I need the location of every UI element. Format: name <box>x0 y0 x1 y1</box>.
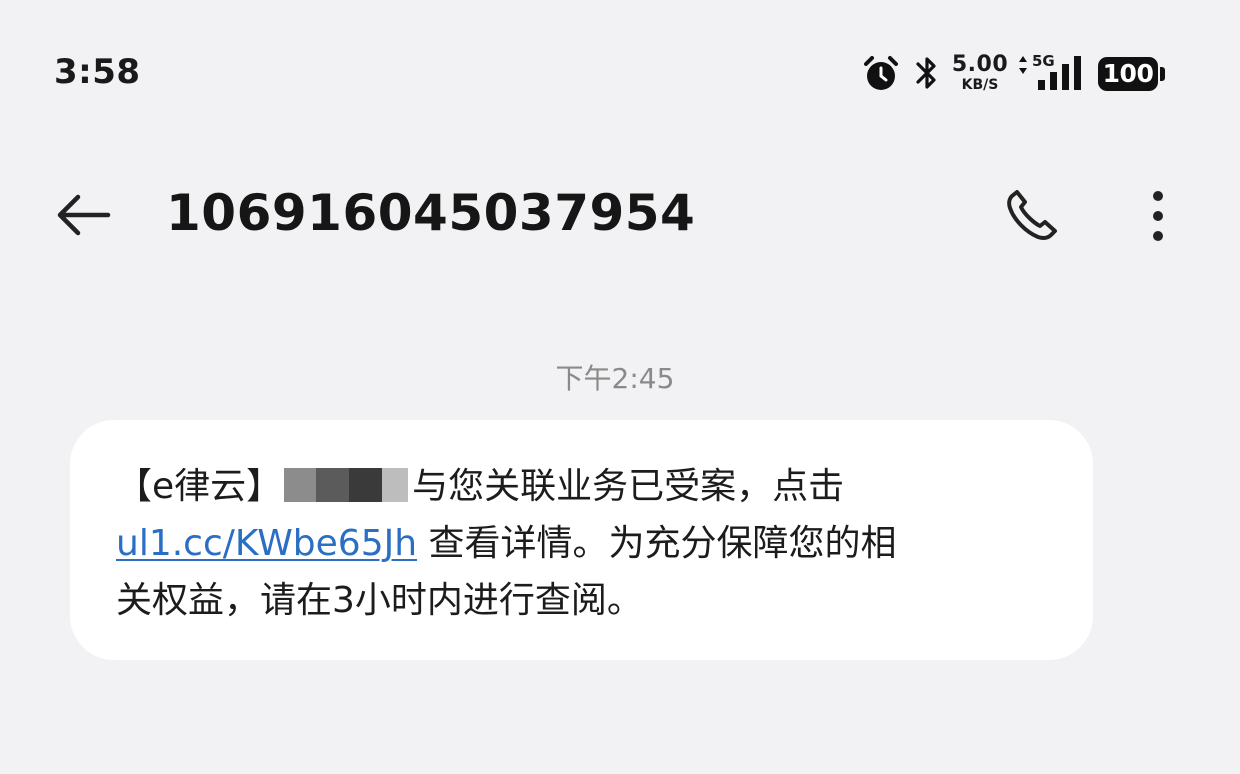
message-line-1-text: 与您关联业务已受案，点击 <box>412 466 845 507</box>
message-line-1: 【e律云】 与您关联业务已受案，点击 <box>116 458 1056 515</box>
battery-tip <box>1160 67 1165 81</box>
network-speed-value: 5.00 <box>951 52 1009 77</box>
status-time: 3:58 <box>54 52 141 92</box>
bluetooth-icon <box>916 57 936 89</box>
message-prefix: 【e律云】 <box>116 466 283 507</box>
network-speed-indicator: 5.00 KB/S <box>950 52 1010 93</box>
message-text: 【e律云】 与您关联业务已受案，点击 ul1.cc/KWbe65Jh 查看详情。为… <box>116 458 1056 629</box>
call-button[interactable] <box>1000 186 1062 248</box>
battery-icon: 100 <box>1098 57 1158 91</box>
more-vertical-icon <box>1153 191 1163 241</box>
message-timestamp: 下午2:45 <box>555 362 675 395</box>
redacted-text-block <box>284 468 409 502</box>
data-transfer-arrows-icon <box>1019 56 1027 74</box>
sender-number-title: 106916045037954 <box>166 184 696 242</box>
message-line-2-text: 查看详情。为充分保障您的相 <box>417 523 897 564</box>
conversation-header: 106916045037954 <box>0 150 1240 280</box>
network-type-label: 5G <box>1032 52 1055 70</box>
message-line-2: ul1.cc/KWbe65Jh 查看详情。为充分保障您的相 <box>116 515 1056 572</box>
back-button[interactable] <box>50 190 114 240</box>
more-options-button[interactable] <box>1138 188 1178 244</box>
phone-icon <box>1007 190 1057 241</box>
back-arrow-icon <box>57 194 111 236</box>
message-line-3: 关权益，请在3小时内进行查阅。 <box>116 580 643 621</box>
alarm-clock-icon <box>864 56 898 90</box>
network-speed-unit: KB/S <box>961 77 999 93</box>
message-bubble[interactable]: 【e律云】 与您关联业务已受案，点击 ul1.cc/KWbe65Jh 查看详情。为… <box>70 420 1093 660</box>
message-link[interactable]: ul1.cc/KWbe65Jh <box>116 523 417 564</box>
status-bar: 3:58 5.00 KB/S 5G 100 <box>0 0 1240 150</box>
